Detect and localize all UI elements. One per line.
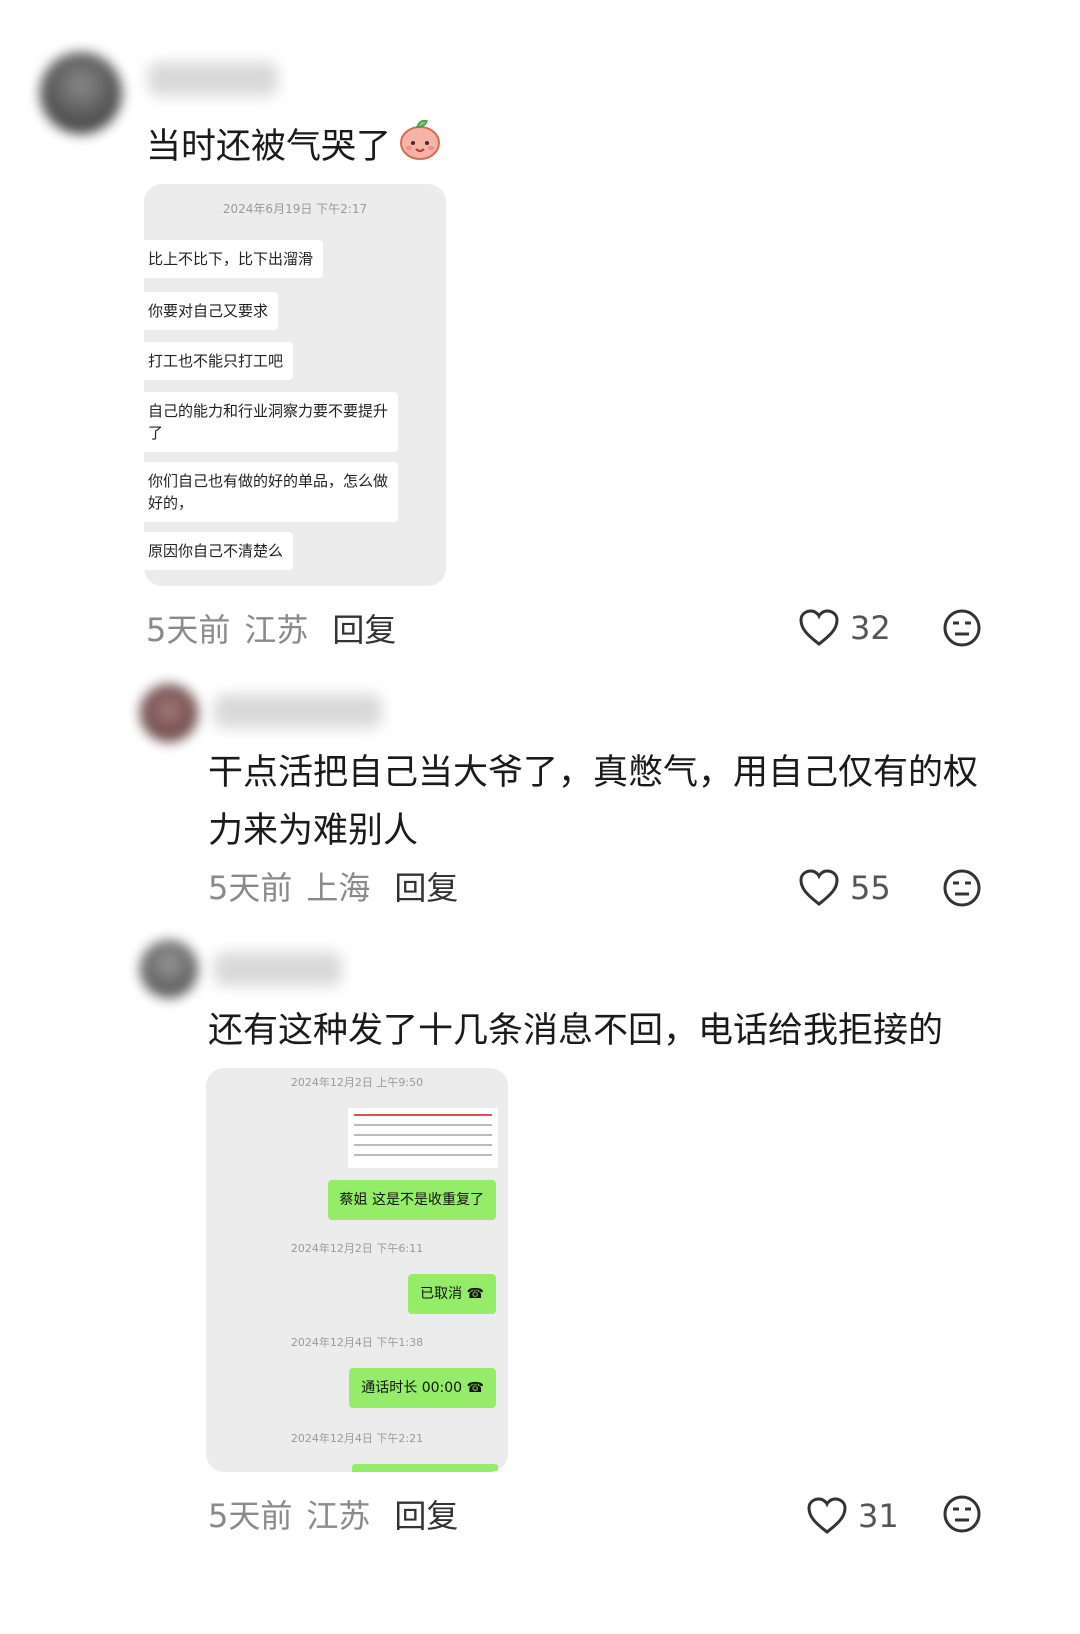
reply-button[interactable]: 回复 (332, 611, 396, 649)
comment-meta: 5天前 上海 回复 (208, 866, 458, 910)
meh-face-icon[interactable] (942, 608, 982, 652)
chat-timestamp: 2024年12月4日 下午1:38 (290, 1336, 424, 1349)
heart-icon (799, 609, 839, 646)
like-button[interactable]: 31 (806, 1494, 899, 1538)
phone-hangup-icon: ☎ (466, 1380, 484, 1396)
chat-timestamp: 2024年12月2日 上午9:50 (290, 1076, 424, 1089)
chat-message: 你们自己也有做的好的单品，怎么做好的， (144, 462, 398, 522)
like-button[interactable]: 32 (798, 606, 891, 650)
username[interactable] (214, 694, 382, 728)
meh-face-icon[interactable] (942, 868, 982, 912)
chat-timestamp: 2024年6月19日 下午2:17 (222, 202, 368, 216)
chat-message-sent: 蔡姐 这是不是收重复了 (327, 1180, 496, 1220)
like-count: 31 (858, 1497, 899, 1535)
heart-icon (807, 1497, 847, 1534)
meh-face-icon[interactable] (942, 1494, 982, 1538)
avatar[interactable] (40, 52, 122, 134)
comment-location: 江苏 (244, 611, 309, 649)
reply-button[interactable]: 回复 (394, 869, 458, 907)
chat-screenshot-image[interactable]: 2024年12月2日 上午9:50 蔡姐 这是不是收重复了 2024年12月2日… (206, 1068, 508, 1472)
chat-message-sent-partial (352, 1464, 498, 1472)
chat-message: 你要对自己又要求 (144, 292, 279, 330)
spreadsheet-thumbnail (348, 1108, 498, 1168)
comment-time: 5天前 (208, 1497, 293, 1535)
like-count: 32 (850, 609, 891, 647)
chat-timestamp: 2024年12月2日 下午6:11 (290, 1242, 424, 1255)
comment-location: 上海 (306, 869, 371, 907)
phone-hangup-icon: ☎ (466, 1286, 484, 1302)
username[interactable] (148, 62, 278, 96)
reply-button[interactable]: 回复 (394, 1497, 458, 1535)
chat-message: 原因你自己不清楚么 (144, 532, 294, 570)
chat-call-cancelled: 已取消 ☎ (408, 1274, 496, 1314)
like-count: 55 (850, 869, 891, 907)
comment-text: 还有这种发了十几条消息不回，电话给我拒接的 (208, 1011, 944, 1051)
comment-meta: 5天前 江苏 回复 (208, 1494, 458, 1538)
avatar[interactable] (140, 684, 198, 742)
comment-meta: 5天前 江苏 回复 (146, 608, 396, 652)
like-button[interactable]: 55 (798, 866, 891, 910)
comment-location: 江苏 (306, 1497, 371, 1535)
chat-call-duration: 通话时长 00:00 ☎ (349, 1368, 496, 1408)
chat-screenshot-image[interactable]: 2024年6月19日 下午2:17 比上不比下，比下出溜滑 你要对自己又要求 打… (144, 184, 446, 586)
chat-message: 自己的能力和行业洞察力要不要提升了 (144, 392, 398, 452)
chat-timestamp: 2024年12月4日 下午2:21 (290, 1432, 424, 1445)
chat-message: 比上不比下，比下出溜滑 (144, 240, 324, 278)
comment-text: 当时还被气哭了 (146, 116, 443, 180)
heart-icon (799, 869, 839, 906)
username[interactable] (214, 952, 342, 986)
comment-time: 5天前 (146, 611, 231, 649)
peach-face-icon (397, 116, 443, 180)
avatar[interactable] (140, 940, 198, 998)
comment-text: 干点活把自己当大爷了，真憋气，用自己仅有的权力来为难别人 (208, 753, 979, 851)
chat-message: 打工也不能只打工吧 (144, 342, 294, 380)
comment-time: 5天前 (208, 869, 293, 907)
